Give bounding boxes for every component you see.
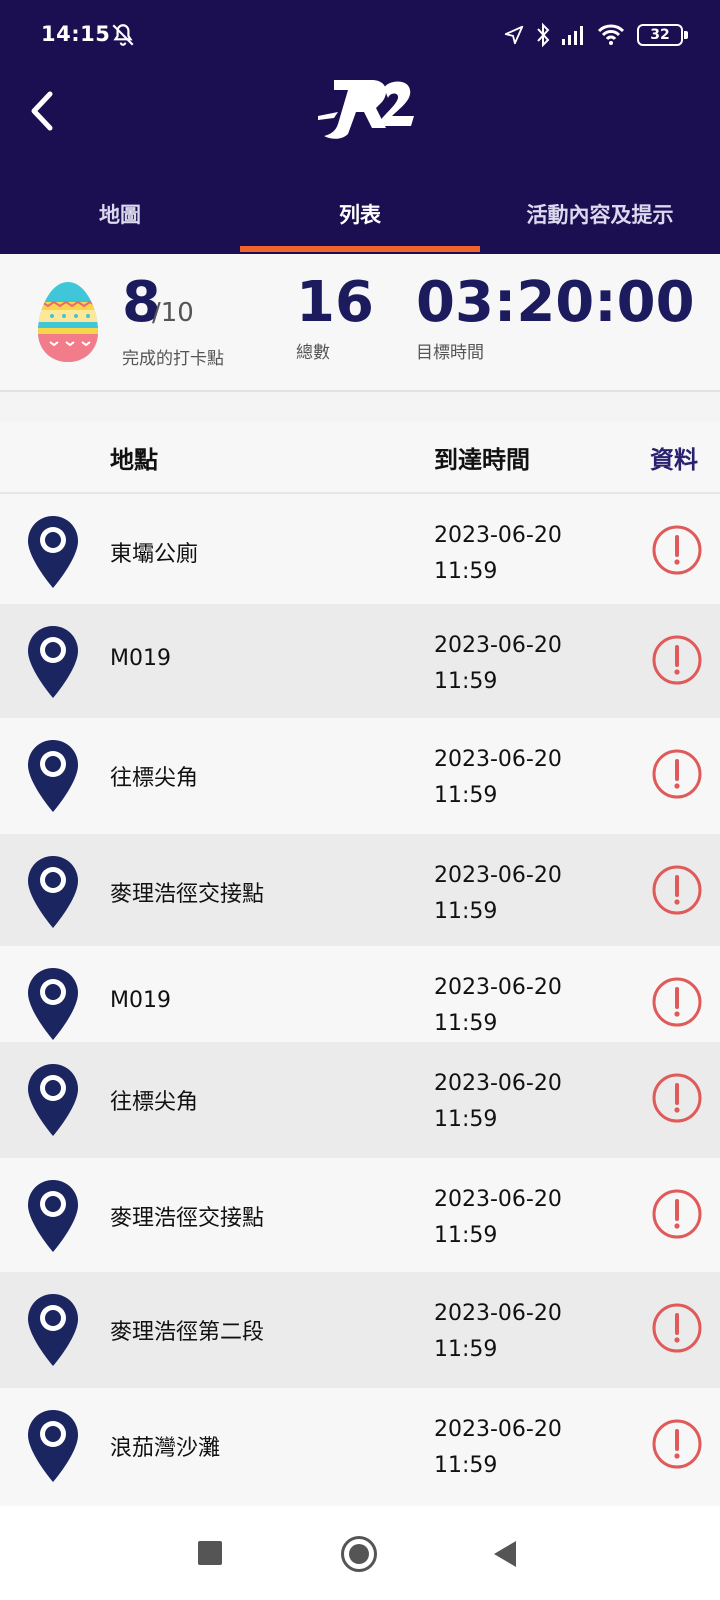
alert-circle-icon[interactable] [651,1188,703,1240]
checkpoint-row[interactable]: M019 2023-06-20 11:59 [0,946,720,1042]
column-info: 資料 [650,446,698,474]
completed-label: 完成的打卡點 [122,349,224,369]
easter-egg-icon [38,282,98,362]
alert-circle-icon[interactable] [651,1072,703,1124]
total-count: 16 [296,270,374,335]
column-arrival-time: 到達時間 [434,446,530,474]
alert-circle-icon[interactable] [651,1418,703,1470]
location-pin-icon [28,856,78,928]
arrival-date: 2023-06-20 [434,1187,562,1212]
battery-icon: 32 [637,24,688,46]
app-header: 14:15 32 地圖 列表 活動內容及提示 [0,0,720,254]
checkpoint-row[interactable]: M019 2023-06-20 11:59 [0,604,720,718]
tab-bar: 地圖 列表 活動內容及提示 [0,190,720,254]
home-button[interactable] [341,1536,377,1572]
tab-list[interactable]: 列表 [240,190,480,254]
signal-icon [562,26,583,45]
arrival-time: 11:59 [434,783,498,808]
tab-active-indicator [240,246,480,252]
location-pin-icon [28,1410,78,1482]
arrival-time: 11:59 [434,1011,498,1036]
stats-panel: 8 /10 完成的打卡點 16 總數 03:20:00 目標時間 [0,254,720,392]
arrival-time: 11:59 [434,899,498,924]
chevron-left-icon[interactable] [26,88,60,134]
alert-circle-icon[interactable] [651,864,703,916]
checkpoint-row[interactable]: 東壩公廁 2023-06-20 11:59 [0,494,720,604]
arrival-date: 2023-06-20 [434,633,562,658]
arrival-date: 2023-06-20 [434,1071,562,1096]
location-pin-icon [28,1180,78,1252]
recent-apps-button[interactable] [198,1541,222,1565]
checkpoint-name: 往標尖角 [110,1090,199,1115]
alert-circle-icon[interactable] [651,524,703,576]
checkpoint-row[interactable]: 麥理浩徑交接點 2023-06-20 11:59 [0,834,720,946]
tab-event-info[interactable]: 活動內容及提示 [480,190,720,254]
tab-map[interactable]: 地圖 [0,190,240,254]
checkpoint-name: 往標尖角 [110,766,199,791]
arrival-time: 11:59 [434,1107,498,1132]
column-location: 地點 [110,446,158,474]
alert-circle-icon[interactable] [651,1302,703,1354]
battery-level: 32 [650,27,670,43]
location-pin-icon [28,1064,78,1136]
status-bar: 14:15 32 [0,0,720,70]
location-pin-icon [28,740,78,812]
checkpoint-name: 麥理浩徑第二段 [110,1320,265,1345]
arrival-date: 2023-06-20 [434,863,562,888]
checkpoint-name: 浪茄灣沙灘 [110,1436,221,1461]
checkpoint-row[interactable]: 往標尖角 2023-06-20 11:59 [0,1042,720,1158]
checkpoint-row[interactable]: 麥理浩徑第二段 2023-06-20 11:59 [0,1272,720,1388]
checkpoint-list: 東壩公廁 2023-06-20 11:59 M019 2023-06-20 11:59 往標… [0,494,720,1506]
arrival-time: 11:59 [434,559,498,584]
arrival-date: 2023-06-20 [434,975,562,1000]
checkpoint-name: 東壩公廁 [110,542,199,567]
completed-total: /10 [152,298,194,328]
location-pin-icon [28,1294,78,1366]
alert-circle-icon[interactable] [651,748,703,800]
bluetooth-icon [537,22,550,48]
arrival-date: 2023-06-20 [434,747,562,772]
arrival-time: 11:59 [434,1223,498,1248]
checkpoint-name: 麥理浩徑交接點 [110,1206,265,1231]
alert-circle-icon[interactable] [651,976,703,1028]
arrival-date: 2023-06-20 [434,523,562,548]
arrival-time: 11:59 [434,1453,498,1478]
total-label: 總數 [296,343,330,363]
bell-off-icon [112,24,134,46]
status-time: 14:15 [41,22,111,46]
location-pin-icon [28,626,78,698]
checkpoint-name: M019 [110,646,171,671]
arrival-time: 11:59 [434,1337,498,1362]
location-arrow-icon [504,25,524,45]
system-back-button[interactable] [494,1541,516,1567]
checkpoint-name: 麥理浩徑交接點 [110,882,265,907]
arrival-date: 2023-06-20 [434,1417,562,1442]
target-time: 03:20:00 [416,270,695,335]
system-nav-bar [0,1506,720,1600]
alert-circle-icon[interactable] [651,634,703,686]
checkpoint-row[interactable]: 浪茄灣沙灘 2023-06-20 11:59 [0,1388,720,1506]
location-pin-icon [28,516,78,588]
checkpoint-name: M019 [110,988,171,1013]
checkpoint-row[interactable]: 往標尖角 2023-06-20 11:59 [0,718,720,834]
wifi-icon [597,24,625,45]
list-header: 地點 到達時間 資料 [0,422,720,494]
target-time-label: 目標時間 [416,343,484,363]
checkpoint-row[interactable]: 麥理浩徑交接點 2023-06-20 11:59 [0,1158,720,1272]
arrival-time: 11:59 [434,669,498,694]
arrival-date: 2023-06-20 [434,1301,562,1326]
r2-logo [318,80,414,139]
location-pin-icon [28,968,78,1040]
